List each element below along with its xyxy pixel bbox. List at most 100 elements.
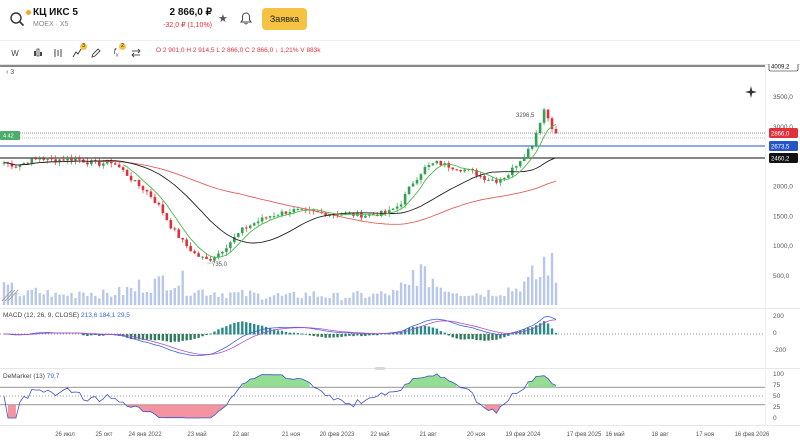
candle-body: [435, 160, 439, 164]
candle-body: [264, 217, 268, 219]
volume-bar: [542, 256, 546, 305]
bell-icon[interactable]: [240, 12, 252, 25]
drawing-tool-icon[interactable]: [90, 46, 102, 60]
candle-body: [244, 227, 248, 229]
macd-hist-bar: [288, 332, 292, 335]
volume-bar: [30, 289, 33, 305]
macd-hist-bar: [324, 334, 327, 338]
price-badge-current: 2866,0: [771, 132, 790, 138]
macd-hist-bar: [348, 334, 351, 336]
volume-bar: [113, 295, 117, 305]
volume-bar: [34, 287, 37, 305]
candle-body: [364, 215, 367, 218]
macd-hist-bar: [284, 331, 288, 335]
volume-bar: [280, 295, 284, 305]
candle-body: [518, 161, 522, 167]
settings-arrows-icon[interactable]: [130, 46, 142, 60]
volume-bar: [336, 292, 339, 305]
chart-type-icon[interactable]: [32, 46, 44, 60]
volume-bar: [98, 298, 101, 305]
candle-body: [415, 179, 419, 184]
candle-body: [137, 179, 141, 187]
interval-selector[interactable]: W: [9, 46, 21, 60]
time-axis-label: 26 июл: [55, 432, 75, 438]
volume-bar: [467, 295, 470, 305]
volume-bar: [527, 276, 530, 305]
volume-bar: [352, 292, 355, 305]
candle-body: [153, 197, 157, 203]
order-button[interactable]: Заявка: [262, 8, 307, 30]
macd-hist-bar: [451, 334, 454, 338]
macd-hist-bar: [252, 323, 256, 335]
macd-hist-bar: [479, 334, 482, 341]
ticker-name[interactable]: КЦ ИКС 5: [33, 7, 78, 18]
volume-bar: [372, 293, 375, 305]
header: КЦ ИКС 5 MOEX · X5 2 866,0 ₽ -32,0 ₽ (1,…: [0, 0, 800, 40]
macd-hist-bar: [225, 326, 228, 335]
macd-hist-bar: [411, 326, 415, 335]
volume-bar: [145, 291, 149, 305]
demarker-legend[interactable]: DeMarker (13) 79,7: [3, 373, 59, 380]
macd-hist-bar: [483, 334, 486, 341]
volume-bar: [22, 295, 26, 305]
volume-bar: [380, 291, 383, 305]
volume-bar: [368, 296, 371, 305]
volume-bar: [515, 288, 518, 305]
candle-body: [256, 221, 260, 224]
macd-hist-bar: [427, 326, 431, 335]
macd-axis-label: 0: [773, 330, 777, 337]
pane-resize-handle: [375, 367, 385, 370]
volume-bar: [90, 292, 93, 305]
indicators-icon[interactable]: 3: [71, 43, 87, 60]
volume-bar: [463, 296, 466, 305]
favorite-star-icon[interactable]: ★: [218, 12, 228, 25]
candle-body: [133, 179, 137, 181]
compare-icon[interactable]: [52, 46, 64, 60]
macd-hist-bar: [344, 334, 347, 337]
price-chart[interactable]: 3500,03000,02500,02000,01500,01000,0500,…: [0, 64, 800, 441]
macd-legend[interactable]: MACD (12, 26, 9, CLOSE) 213,6 184,1 29,5: [3, 312, 130, 319]
volume-bar: [471, 295, 474, 305]
candle-body: [70, 157, 73, 161]
macd-hist-bar: [487, 334, 490, 341]
candle-body: [161, 204, 165, 214]
volume-bar: [320, 296, 323, 305]
volume-bar: [209, 294, 212, 305]
collapse-indicator[interactable]: ‹ 3: [6, 69, 14, 76]
macd-hist-bar: [229, 324, 232, 335]
candle-body: [403, 193, 407, 205]
volume-bar: [554, 282, 558, 305]
search-icon[interactable]: [9, 11, 25, 27]
candle-body: [383, 210, 387, 214]
volume-bar: [102, 289, 105, 305]
volume-bar: [157, 276, 161, 305]
volume-bar: [376, 293, 379, 305]
candle-body: [399, 204, 403, 207]
macd-hist-bar: [495, 334, 498, 340]
low-annotation: 735,0: [212, 262, 228, 268]
volume-bar: [78, 291, 81, 305]
time-axis-label: 16 фев 2026: [735, 432, 770, 438]
candle-body: [268, 216, 272, 218]
candle-body: [197, 253, 200, 257]
demarker-name: DeMarker (13): [3, 373, 45, 380]
volume-bars: [2, 253, 558, 305]
candle-body: [530, 146, 534, 149]
macd-hist-bar: [320, 334, 323, 338]
volume-bar: [137, 279, 141, 305]
candle-body: [507, 175, 510, 178]
volume-bar: [177, 285, 180, 305]
macd-hist-bar: [364, 334, 367, 336]
candle-body: [237, 233, 240, 237]
candle-body: [538, 122, 542, 133]
macd-hist-bar: [292, 332, 296, 335]
volume-bar: [443, 291, 447, 305]
candle-body: [276, 215, 280, 217]
volume-bar: [106, 293, 109, 305]
status-dot: [26, 10, 31, 15]
function-icon[interactable]: fx 2: [110, 43, 126, 60]
demarker-axis-label: 25: [773, 404, 781, 411]
volume-bar: [459, 295, 462, 305]
macd-hist-bar: [304, 334, 308, 335]
volume-bar: [288, 292, 292, 305]
